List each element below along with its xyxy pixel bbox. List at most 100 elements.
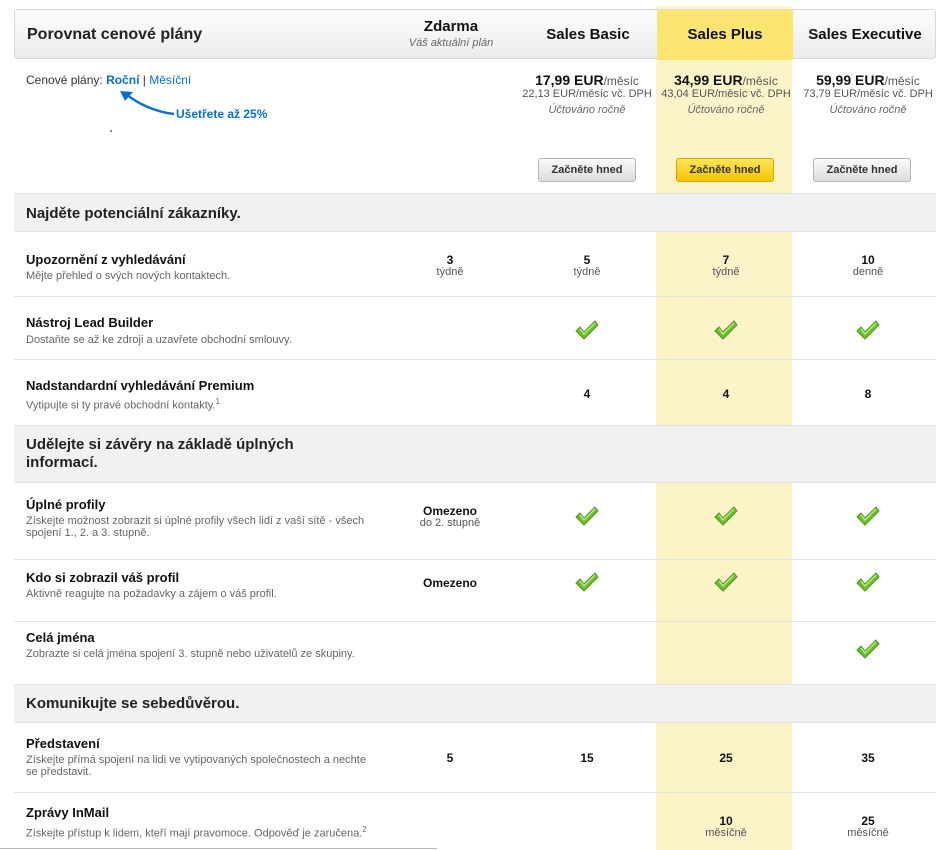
cell-basic: 15 [522,751,652,765]
checkmark-icon [713,571,739,598]
cell-exec: 10 denně [796,253,940,278]
billing-label: Cenové plány: [26,73,103,87]
cell-unit: měsíčně [705,827,747,839]
section-full-info: Udělejte si závěry na základě úplných in… [14,425,936,482]
cell-exec [796,638,940,665]
cell-value: 15 [580,751,594,765]
plans-header: Porovnat cenové plány Zdarma Váš aktuáln… [14,9,936,60]
feature-desc: Získejte přímá spojení na lidi ve vytipo… [26,754,366,778]
cell-value: 10 [719,814,733,828]
checkmark-icon [855,571,881,598]
feature-row-full-profiles: Úplné profily Získejte možnost zobrazit … [14,482,936,559]
billing-annual-link[interactable]: Roční [106,73,139,87]
plan-name-free: Zdarma [423,18,479,35]
checkmark-icon [855,505,881,532]
cell-basic: 5 týdně [522,253,652,278]
bottom-divider [0,848,437,849]
divider-dot [110,130,112,132]
cell-free: 3 týdně [390,253,510,278]
price-basic: 17,99 EUR/měsíc 22,13 EUR/měsíc vč. DPH … [522,72,652,116]
section-find-leads: Najděte potenciální zákazníky. [14,193,936,231]
cell-plus [658,505,794,532]
cell-value: 35 [861,751,875,765]
cell-basic: 4 [522,387,652,401]
checkmark-icon [574,319,600,346]
cell-exec [796,571,940,598]
cell-value: 4 [583,387,591,401]
feature-title: Představení [26,736,100,751]
feature-title: Upozornění z vyhledávání [26,252,186,267]
price-vat: 73,79 EUR/měsíc vč. DPH [803,88,933,100]
cell-unit: týdně [436,266,464,278]
cell-value: Omezeno [422,576,477,590]
cell-value: 25 [861,814,875,828]
checkmark-icon [574,505,600,532]
feature-row-full-names: Celá jména Zobrazte si celá jména spojen… [14,621,936,684]
header-plan-plus: Sales Plus [657,10,793,60]
plan-name-plus: Sales Plus [687,26,763,43]
curved-arrow-icon [120,91,175,116]
cell-unit: týdně [573,266,601,278]
cell-value: 3 [446,253,454,267]
billing-monthly-link[interactable]: Měsíční [149,73,191,87]
feature-desc-text: Vytipujte si ty pravé obchodní kontakty. [26,399,216,412]
feature-desc: Aktivně reagujte na požadavky a zájem o … [26,588,277,600]
feature-desc: Zobrazte si celá jména spojení 3. stupně… [26,648,355,660]
checkmark-icon [713,505,739,532]
section-title: Udělejte si závěry na základě úplných in… [26,436,294,471]
price-period: /měsíc [603,74,639,88]
billing-note: Účtováno ročně [829,104,907,116]
feature-desc: Získejte možnost zobrazit si úplné profi… [26,515,365,539]
billing-note: Účtováno ročně [548,104,626,116]
cell-exec: 25 měsíčně [796,814,940,839]
checkmark-icon [713,319,739,346]
cell-exec: 8 [796,387,940,401]
cell-plus [658,571,794,598]
feature-desc: Mějte přehled o svých nových kontaktech. [26,270,231,282]
feature-row-introductions: Představení Získejte přímá spojení na li… [14,722,936,792]
cell-plus: 25 [658,751,794,765]
checkmark-icon [855,319,881,346]
cell-plus: 10 měsíčně [658,814,794,839]
price-amount: 17,99 EUR [535,72,604,88]
price-amount: 34,99 EUR [674,72,743,88]
billing-toggle: Cenové plány: Roční | Měsíční [26,73,191,87]
cell-basic [522,571,652,598]
feature-row-search-alerts: Upozornění z vyhledávání Mějte přehled o… [14,231,936,296]
footnote-marker: 2 [362,825,367,834]
cell-value: 5 [583,253,591,267]
price-period: /měsíc [884,74,920,88]
checkmark-icon [574,571,600,598]
section-title: Komunikujte se sebedůvěrou. [26,695,240,712]
cell-exec [796,505,940,532]
cell-value: 8 [864,387,872,401]
current-plan-note: Váš aktuální plán [408,37,494,49]
feature-desc: Získejte přístup k lidem, kteří mají pra… [26,824,374,840]
billing-separator: | [142,73,146,87]
price-vat: 22,13 EUR/měsíc vč. DPH [522,88,652,100]
checkmark-icon [855,638,881,665]
feature-title: Úplné profily [26,497,106,512]
page-title: Porovnat cenové plány [27,26,203,43]
feature-desc: Dostaňte se až ke zdroji a uzavřete obch… [26,334,292,346]
cell-unit: denně [852,266,884,278]
price-amount: 59,99 EUR [816,72,885,88]
savings-note: Ušetřete až 25% [176,107,268,121]
cell-value: 4 [722,387,730,401]
pricing-row: Cenové plány: Roční | Měsíční Ušetřete a… [14,60,936,194]
cell-plus: 4 [658,387,794,401]
plan-name-basic: Sales Basic [546,26,630,43]
feature-row-premium-search: Nadstandardní vyhledávání Premium Vytipu… [14,359,936,425]
price-exec: 59,99 EUR/měsíc 73,79 EUR/měsíc vč. DPH … [796,72,940,116]
cell-plus: 7 týdně [658,253,794,278]
start-basic-button[interactable]: Začněte hned [538,158,636,182]
price-vat: 43,04 EUR/měsíc vč. DPH [661,88,791,100]
feature-title: Nástroj Lead Builder [26,315,154,330]
cell-free: Omezeno [390,576,510,590]
cell-basic [522,505,652,532]
start-plus-button[interactable]: Začněte hned [676,158,774,182]
feature-title: Kdo si zobrazil váš profil [26,570,180,585]
start-exec-button[interactable]: Začněte hned [813,158,911,182]
cell-basic [522,319,652,346]
feature-row-inmail: Zprávy InMail Získejte přístup k lidem, … [14,792,936,850]
